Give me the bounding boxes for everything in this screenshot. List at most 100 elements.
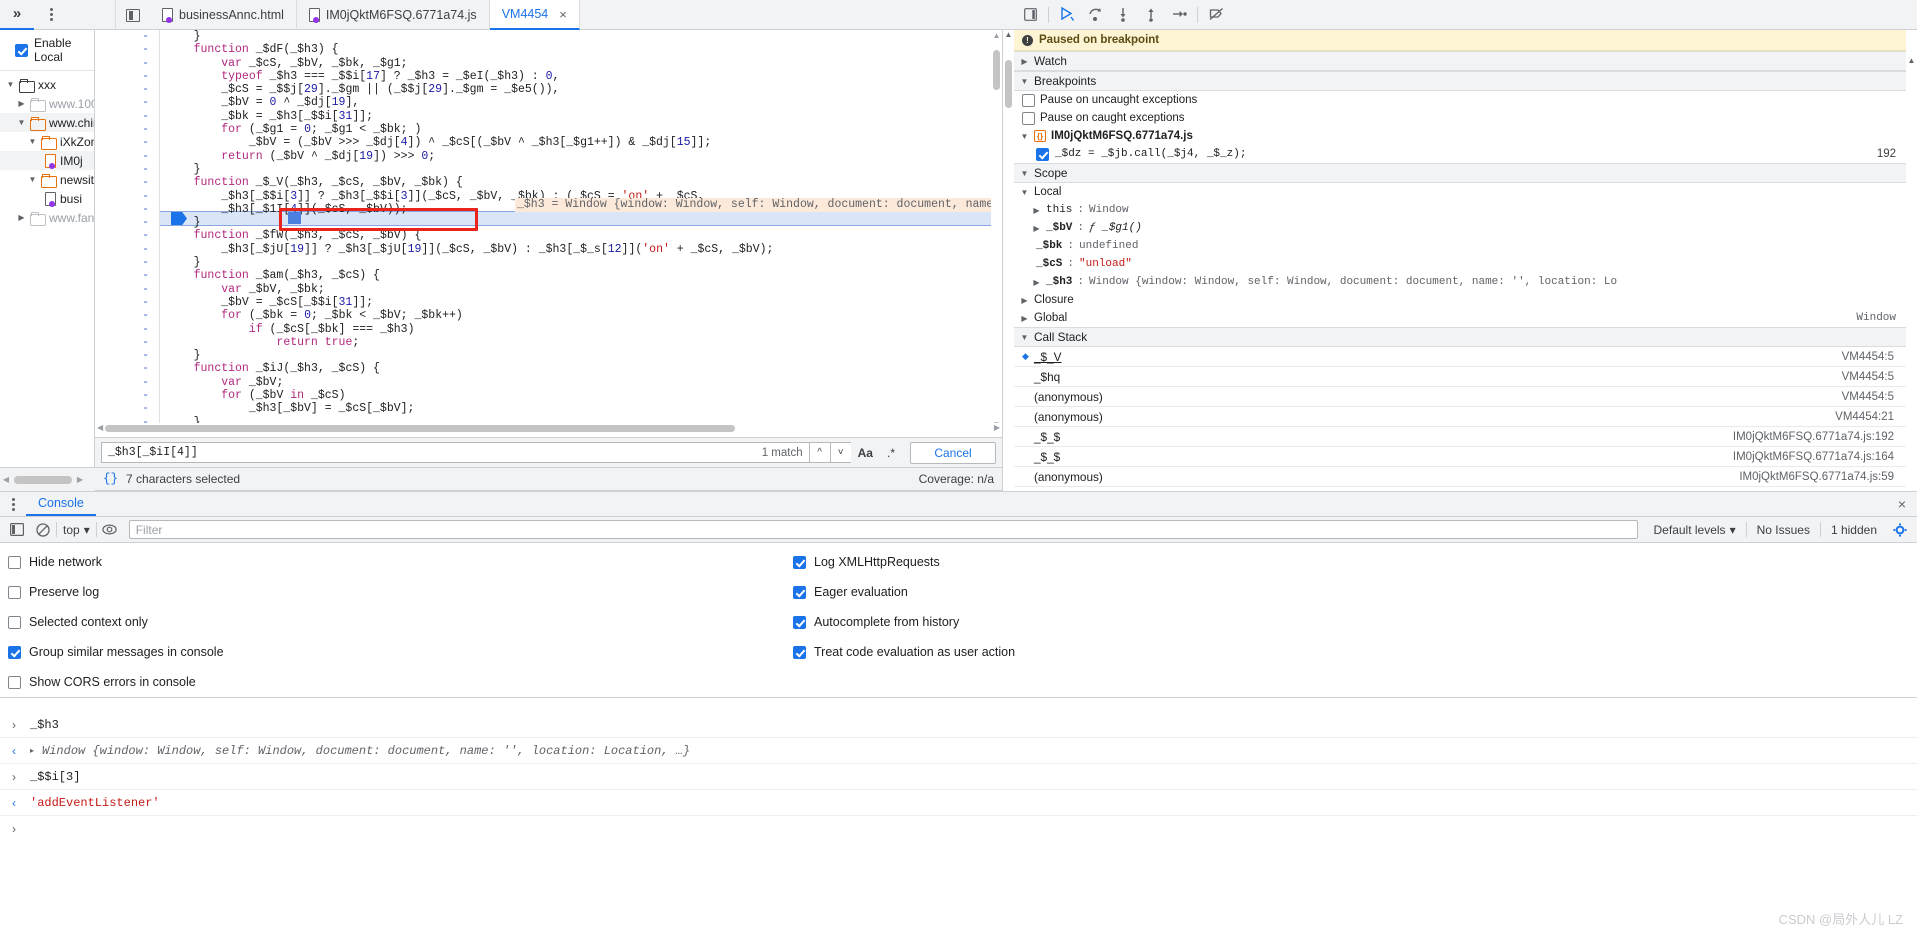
scrollbar-thumb[interactable] (105, 425, 735, 432)
gutter-line-marker[interactable]: - (95, 309, 159, 322)
code-line[interactable]: function _$fW(_$h3, _$cS, _$bV) { (160, 229, 990, 242)
gutter-line-marker[interactable]: - (95, 376, 159, 389)
setting-treat-code-eval[interactable]: Treat code evaluation as user action (793, 637, 1015, 667)
code-line[interactable]: _$bV = (_$bV >>> _$dj[4]) ^ _$cS[(_$bV ^… (160, 136, 990, 149)
gutter-line-marker[interactable]: - (95, 136, 159, 149)
call-stack-frame[interactable]: _$_$ IM0jQktM6FSQ.6771a74.js:164 (1014, 447, 1906, 467)
tab-console[interactable]: Console (26, 492, 96, 516)
code-line[interactable]: for (_$bV in _$cS) (160, 389, 990, 402)
chevron-down-icon[interactable]: ▼ (1020, 333, 1029, 342)
tab-businessAnnc-html[interactable]: businessAnnc.html (150, 0, 297, 30)
code-line[interactable]: return true; (160, 336, 990, 349)
scrollbar-thumb[interactable] (993, 50, 1000, 90)
breakpoint-enabled-checkbox[interactable] (1036, 147, 1049, 161)
expand-object-icon[interactable]: ▸ (30, 746, 34, 755)
code-line[interactable]: var _$bV; (160, 376, 990, 389)
tree-node-newsite[interactable]: ▼ newsite (0, 170, 94, 189)
console-prompt-row[interactable]: › (0, 816, 1917, 842)
call-stack-frame[interactable]: (anonymous) VM4454:5 (1014, 387, 1906, 407)
execution-context-selector[interactable]: top ▾ (57, 523, 96, 537)
tab-VM4454[interactable]: VM4454 × (489, 0, 580, 30)
scope-section-header[interactable]: ▼ Scope (1014, 163, 1906, 183)
gutter-line-marker[interactable]: - (95, 389, 159, 402)
tree-node-wwwfan[interactable]: ▶ www.fan (0, 208, 94, 227)
issues-indicator[interactable]: No Issues (1747, 523, 1820, 537)
breakpoint-file-group[interactable]: ▼ {} IM0jQktM6FSQ.6771a74.js (1014, 127, 1906, 145)
chevron-down-icon[interactable]: ▼ (6, 80, 15, 89)
code-line[interactable]: _$h3[_$jU[19]] ? _$h3[_$jU[19]](_$cS, _$… (160, 243, 990, 256)
code-line[interactable]: _$cS = _$$j[29]._$gm || (_$$j[29]._$gm =… (160, 83, 990, 96)
setting-selected-context-only[interactable]: Selected context only (8, 607, 224, 637)
treat-code-eval-checkbox[interactable] (793, 645, 806, 659)
cancel-button[interactable]: Cancel (910, 441, 996, 464)
chevron-right-icon[interactable]: ▶ (1020, 314, 1029, 323)
more-options-icon[interactable] (34, 0, 68, 30)
chevron-right-icon[interactable]: ▶ (1032, 224, 1041, 233)
scope-group-local[interactable]: ▼ Local (1014, 183, 1906, 201)
gutter-line-marker[interactable]: - (95, 336, 159, 349)
tab-IM0jQktM6FSQ-js[interactable]: IM0jQktM6FSQ.6771a74.js (297, 0, 490, 30)
code-line[interactable]: var _$cS, _$bV, _$bk, _$g1; (160, 57, 990, 70)
toggle-debugger-panel-icon[interactable] (1016, 0, 1044, 30)
gutter-line-marker[interactable]: - (95, 83, 159, 96)
tree-node-www100[interactable]: ▶ www.100 (0, 94, 94, 113)
gutter-line-marker[interactable]: - (95, 362, 159, 375)
setting-log-xhr[interactable]: Log XMLHttpRequests (793, 547, 1015, 577)
chevron-down-icon[interactable]: ▼ (28, 175, 37, 184)
gutter-line-marker[interactable]: - (95, 110, 159, 123)
gutter-line-marker[interactable]: - (95, 269, 159, 282)
enable-local-overrides-row[interactable]: Enable Local (0, 30, 94, 71)
code-line[interactable]: _$bV = 0 ^ _$dj[19], (160, 96, 990, 109)
chevron-right-icon[interactable]: ▶ (1020, 57, 1029, 66)
gutter-line-marker[interactable]: - (95, 163, 159, 176)
eager-evaluation-checkbox[interactable] (793, 585, 806, 599)
scroll-left-icon[interactable]: ◀ (0, 475, 12, 484)
call-stack-frame[interactable]: _$_$ IM0jQktM6FSQ.6771a74.js:192 (1014, 427, 1906, 447)
gutter-line-marker[interactable]: - (95, 96, 159, 109)
scope-group-global[interactable]: ▶ Global Window (1014, 309, 1906, 327)
gutter-line-marker[interactable]: - (95, 70, 159, 83)
code-line[interactable]: var _$bV, _$bk; (160, 283, 990, 296)
source-code-editor[interactable]: ------------------------------- } functi… (95, 30, 1002, 430)
breakpoint-row[interactable]: _$dz = _$jb.call(_$j4, _$_z); 192 (1014, 145, 1906, 163)
console-input-row[interactable]: › _$h3 (0, 712, 1917, 738)
step-over-next-function-call-icon[interactable] (1081, 0, 1109, 30)
code-line[interactable]: function _$iJ(_$h3, _$cS) { (160, 362, 990, 375)
code-lines[interactable]: } function _$dF(_$h3) { var _$cS, _$bV, … (160, 30, 990, 430)
code-line[interactable]: for (_$g1 = 0; _$g1 < _$bk; ) (160, 123, 990, 136)
tree-node-wwwchin[interactable]: ▼ www.chin (0, 113, 94, 132)
scroll-right-icon[interactable]: ▶ (994, 423, 1000, 432)
gutter-line-marker[interactable]: - (95, 402, 159, 415)
call-stack-frame[interactable]: _$hq VM4454:5 (1014, 367, 1906, 387)
scroll-right-icon[interactable]: ▶ (74, 475, 86, 484)
gutter-line-marker[interactable]: - (95, 123, 159, 136)
code-line[interactable]: } (160, 163, 990, 176)
group-similar-checkbox[interactable] (8, 645, 21, 659)
pause-caught-exceptions-row[interactable]: Pause on caught exceptions (1014, 109, 1906, 127)
find-input[interactable]: _$h3[_$iI[4]] (101, 442, 756, 463)
hidden-messages-count[interactable]: 1 hidden (1821, 523, 1887, 537)
chevron-down-icon[interactable]: ▼ (1020, 169, 1029, 178)
step-icon[interactable] (1165, 0, 1193, 30)
console-input-row[interactable]: › _$$i[3] (0, 764, 1917, 790)
gear-icon[interactable] (1887, 517, 1913, 543)
setting-eager-evaluation[interactable]: Eager evaluation (793, 577, 1015, 607)
chevron-right-icon[interactable]: ▶ (17, 99, 26, 108)
pause-caught-checkbox[interactable] (1022, 111, 1035, 125)
gutter-line-marker[interactable]: - (95, 190, 159, 203)
gutter-line-marker[interactable]: - (95, 216, 159, 229)
scroll-left-icon[interactable]: ◀ (97, 423, 103, 432)
console-result-row[interactable]: ‹ 'addEventListener' (0, 790, 1917, 816)
preserve-log-checkbox[interactable] (8, 585, 21, 599)
clear-console-icon[interactable] (30, 517, 56, 543)
hide-network-checkbox[interactable] (8, 555, 21, 569)
gutter-line-marker[interactable]: - (95, 176, 159, 189)
setting-group-similar[interactable]: Group similar messages in console (8, 637, 224, 667)
step-out-of-current-function-icon[interactable] (1137, 0, 1165, 30)
gutter-line-marker[interactable]: - (95, 296, 159, 309)
pause-uncaught-checkbox[interactable] (1022, 93, 1035, 107)
code-line[interactable]: function _$_V(_$h3, _$cS, _$bV, _$bk) { (160, 176, 990, 189)
console-result-row[interactable]: ‹ ▸ Window {window: Window, self: Window… (0, 738, 1917, 764)
chevron-right-icon[interactable]: ▶ (17, 213, 26, 222)
scrollbar-thumb[interactable] (14, 475, 72, 484)
